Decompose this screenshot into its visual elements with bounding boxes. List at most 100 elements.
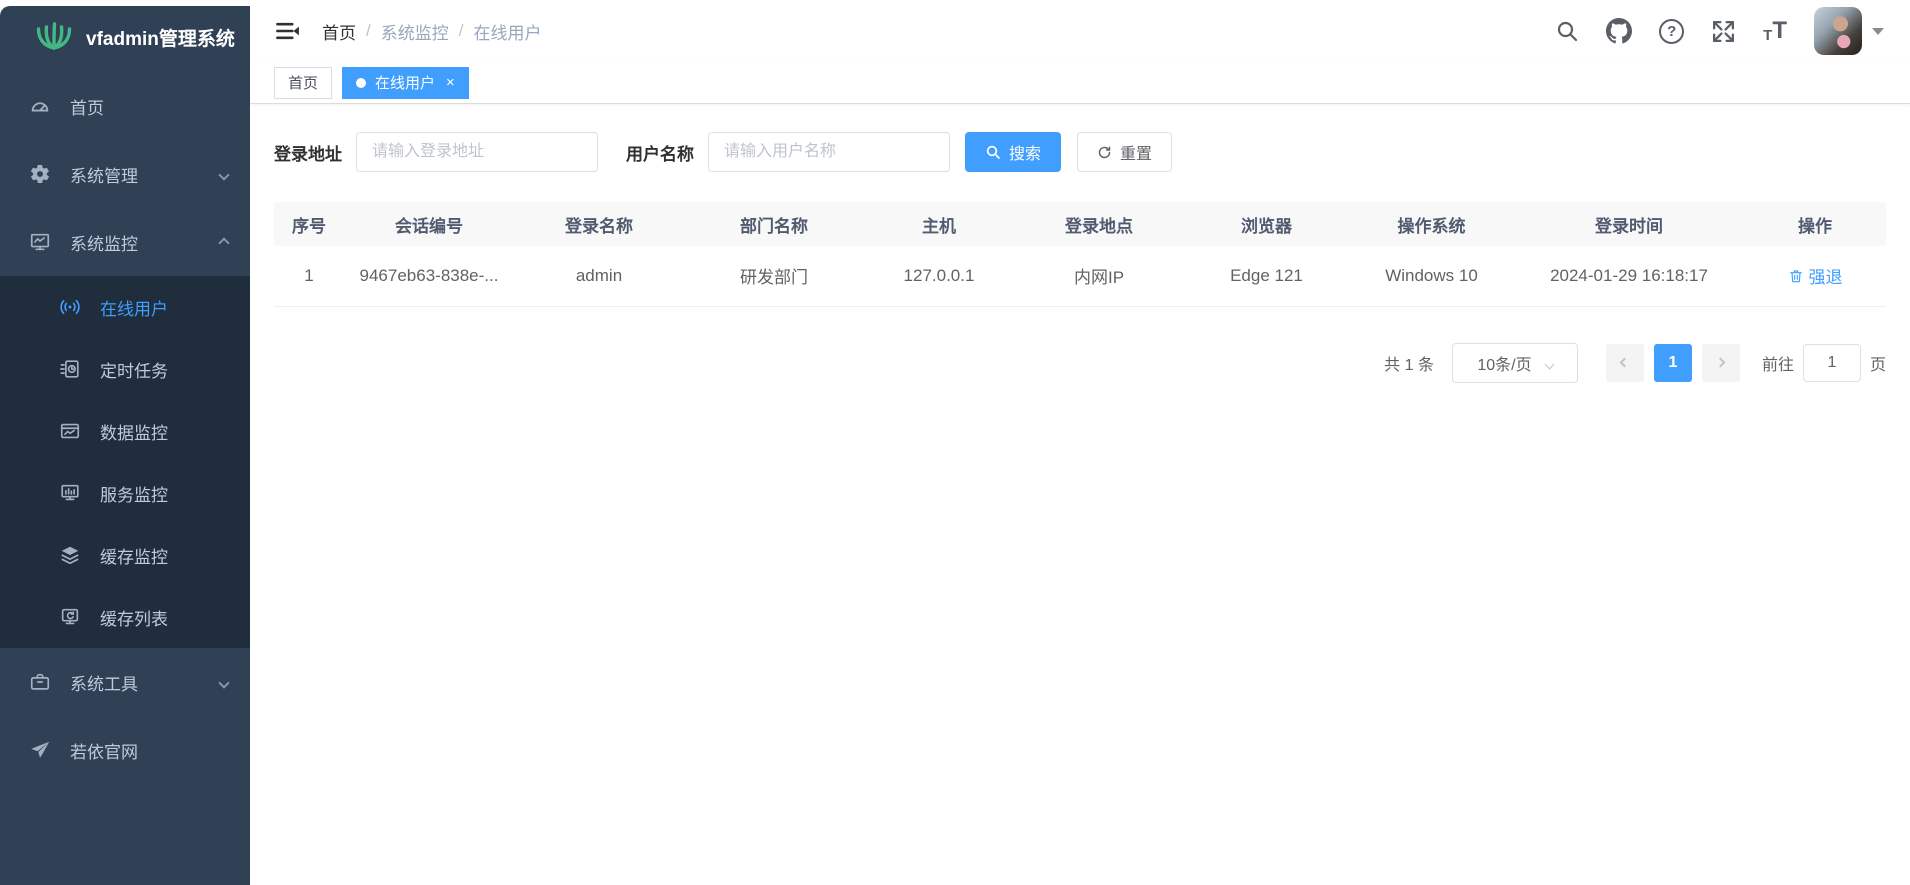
reset-button[interactable]: 重置 xyxy=(1077,132,1172,172)
force-logout-label: 强退 xyxy=(1809,263,1843,288)
sidebar-item-system-monitor[interactable]: 系统监控 xyxy=(0,208,250,276)
breadcrumb: 首页 / 系统监控 / 在线用户 xyxy=(322,19,541,44)
sidebar-item-online-users[interactable]: 在线用户 xyxy=(0,276,250,338)
page-size-select[interactable]: 10条/页 xyxy=(1452,343,1578,383)
sidebar-item-official-site[interactable]: 若依官网 xyxy=(0,716,250,784)
goto-label: 前往 xyxy=(1762,351,1794,375)
cell-login-time: 2024-01-29 16:18:17 xyxy=(1514,246,1744,306)
login-address-input[interactable] xyxy=(356,132,598,172)
cell-seq: 1 xyxy=(274,246,344,306)
refresh-icon xyxy=(1097,145,1112,160)
pagination-total: 共 1 条 xyxy=(1384,351,1434,375)
sidebar-item-system-tools[interactable]: 系统工具 xyxy=(0,648,250,716)
search-button[interactable]: 搜索 xyxy=(965,132,1061,172)
force-logout-button[interactable]: 强退 xyxy=(1788,263,1843,288)
close-icon[interactable]: × xyxy=(446,75,455,90)
font-size-small-glyph: T xyxy=(1763,28,1772,43)
page-unit-label: 页 xyxy=(1870,351,1886,375)
breadcrumb-separator: / xyxy=(366,21,371,41)
sidebar-item-scheduled-jobs[interactable]: 定时任务 xyxy=(0,338,250,400)
user-avatar[interactable] xyxy=(1814,7,1862,55)
system-monitor-submenu: 在线用户 定时任务 xyxy=(0,276,250,648)
tab-label: 在线用户 xyxy=(375,72,435,93)
sidebar-item-label: 定时任务 xyxy=(100,357,168,382)
search-form: 登录地址 用户名称 搜索 重置 xyxy=(274,132,1886,172)
breadcrumb-home[interactable]: 首页 xyxy=(322,19,356,44)
chevron-down-icon xyxy=(220,672,228,692)
monitor-chart-icon xyxy=(28,230,52,254)
github-icon[interactable] xyxy=(1606,18,1632,44)
sidebar: vfadmin管理系统 首页 系统管理 xyxy=(0,6,250,885)
cell-session-id: 9467eb63-838e-... xyxy=(344,246,514,306)
caret-down-icon xyxy=(1872,28,1884,35)
font-size-large-glyph: T xyxy=(1772,19,1787,43)
tab-home[interactable]: 首页 xyxy=(274,67,332,99)
col-header-host: 主机 xyxy=(864,202,1014,246)
sidebar-item-cache-list[interactable]: 缓存列表 xyxy=(0,586,250,648)
help-icon[interactable]: ? xyxy=(1659,19,1684,44)
pagination: 共 1 条 10条/页 1 前往 页 xyxy=(274,343,1886,383)
prev-page-button[interactable] xyxy=(1606,344,1644,382)
layers-icon xyxy=(58,543,82,567)
page-number-1[interactable]: 1 xyxy=(1654,344,1692,382)
active-dot xyxy=(356,78,366,88)
tab-online-users[interactable]: 在线用户 × xyxy=(342,67,469,99)
cell-os: Windows 10 xyxy=(1349,246,1514,306)
logo-row[interactable]: vfadmin管理系统 xyxy=(0,6,250,68)
sidebar-item-data-monitor[interactable]: 数据监控 xyxy=(0,400,250,462)
sidebar-toggle-icon[interactable] xyxy=(274,18,300,44)
col-header-login-name: 登录名称 xyxy=(514,202,684,246)
logo-plant-icon xyxy=(36,20,72,55)
top-navbar: 首页 / 系统监控 / 在线用户 ? xyxy=(250,0,1910,62)
chevron-left-icon xyxy=(1620,358,1630,368)
col-header-browser: 浏览器 xyxy=(1184,202,1349,246)
sidebar-item-label: 系统管理 xyxy=(70,162,138,187)
next-page-button[interactable] xyxy=(1702,344,1740,382)
chevron-right-icon xyxy=(1716,358,1726,368)
font-size-icon[interactable]: TT xyxy=(1763,19,1787,43)
app-window: vfadmin管理系统 首页 系统管理 xyxy=(0,0,1910,885)
main-area: 首页 / 系统监控 / 在线用户 ? xyxy=(250,0,1910,885)
sidebar-menu: 首页 系统管理 系统监控 xyxy=(0,72,250,784)
sidebar-item-label: 首页 xyxy=(70,94,104,119)
cell-department: 研发部门 xyxy=(684,246,864,306)
col-header-login-time: 登录时间 xyxy=(1514,202,1744,246)
online-signal-icon xyxy=(58,295,82,319)
cell-login-location: 内网IP xyxy=(1014,246,1184,306)
sidebar-item-server-monitor[interactable]: 服务监控 xyxy=(0,462,250,524)
app-title: vfadmin管理系统 xyxy=(86,24,235,51)
col-header-login-location: 登录地点 xyxy=(1014,202,1184,246)
cell-browser: Edge 121 xyxy=(1184,246,1349,306)
online-users-table: 序号 会话编号 登录名称 部门名称 主机 登录地点 浏览器 操作系统 登录时间 … xyxy=(274,202,1886,307)
sidebar-item-label: 数据监控 xyxy=(100,419,168,444)
sidebar-item-label: 缓存列表 xyxy=(100,605,168,630)
user-name-label: 用户名称 xyxy=(626,140,694,165)
sidebar-item-label: 服务监控 xyxy=(100,481,168,506)
gear-icon xyxy=(28,162,52,186)
sidebar-item-home[interactable]: 首页 xyxy=(0,72,250,140)
col-header-actions: 操作 xyxy=(1744,202,1886,246)
dashboard-icon xyxy=(28,94,52,118)
login-address-label: 登录地址 xyxy=(274,140,342,165)
col-header-department: 部门名称 xyxy=(684,202,864,246)
reset-button-label: 重置 xyxy=(1120,140,1152,164)
col-header-seq: 序号 xyxy=(274,202,344,246)
fullscreen-icon[interactable] xyxy=(1711,19,1736,44)
data-chart-icon xyxy=(58,419,82,443)
cache-list-icon xyxy=(58,605,82,629)
breadcrumb-separator: / xyxy=(459,21,464,41)
tags-view-bar: 首页 在线用户 × xyxy=(250,62,1910,104)
chevron-down-icon xyxy=(1544,359,1554,369)
search-icon[interactable] xyxy=(1555,19,1579,43)
cell-host: 127.0.0.1 xyxy=(864,246,1014,306)
user-name-input[interactable] xyxy=(708,132,950,172)
table-row: 1 9467eb63-838e-... admin 研发部门 127.0.0.1… xyxy=(274,246,1886,306)
sidebar-item-cache-monitor[interactable]: 缓存监控 xyxy=(0,524,250,586)
cell-actions: 强退 xyxy=(1744,246,1886,306)
chevron-down-icon xyxy=(220,164,228,184)
server-monitor-icon xyxy=(58,481,82,505)
goto-page-input[interactable] xyxy=(1803,344,1861,382)
sidebar-item-label: 在线用户 xyxy=(100,295,168,320)
user-menu[interactable] xyxy=(1814,7,1884,55)
sidebar-item-system-management[interactable]: 系统管理 xyxy=(0,140,250,208)
